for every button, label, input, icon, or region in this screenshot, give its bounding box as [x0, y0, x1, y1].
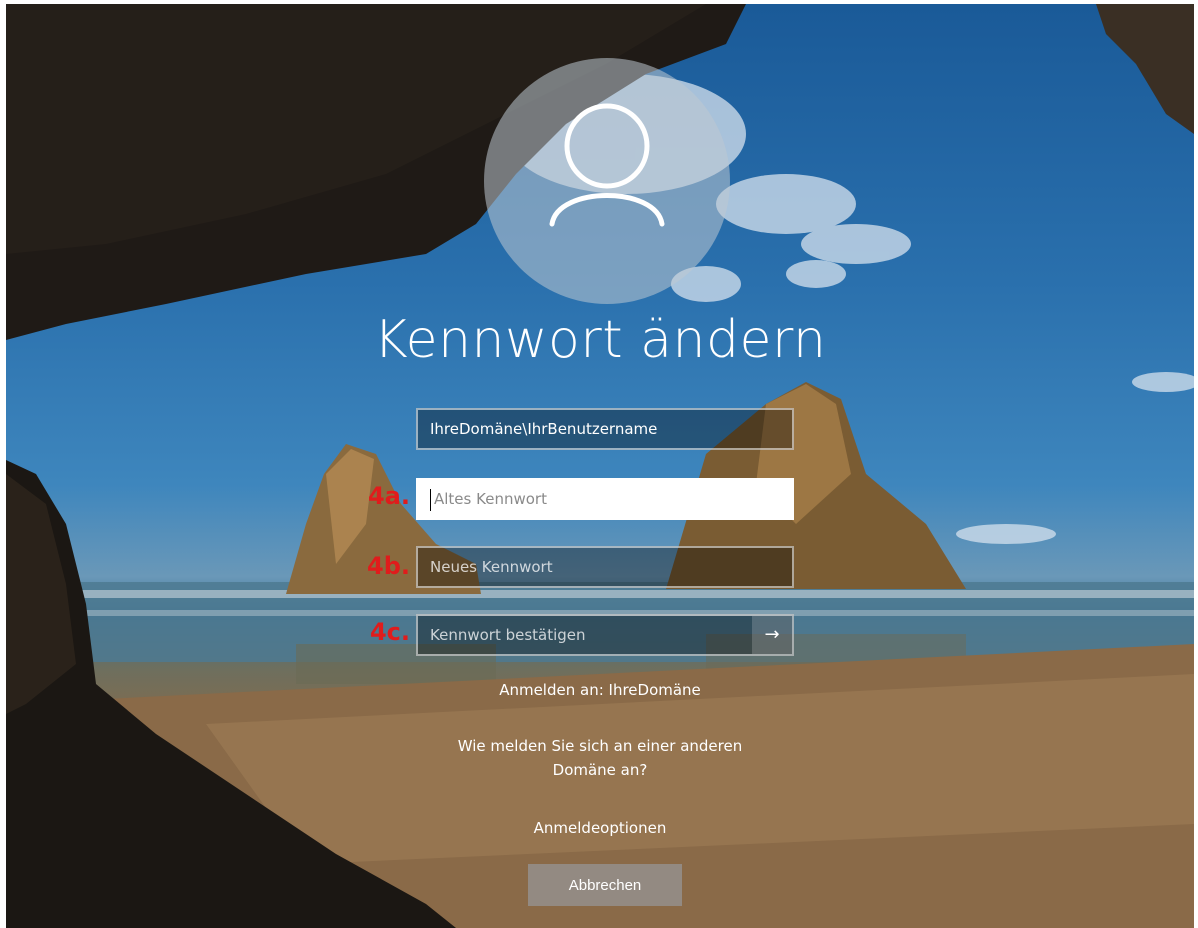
user-icon [549, 103, 665, 227]
submit-button[interactable]: → [752, 616, 792, 654]
new-password-placeholder: Neues Kennwort [430, 558, 553, 576]
other-domain-help-link[interactable]: Wie melden Sie sich an einer anderen Dom… [6, 734, 1194, 782]
old-password-placeholder: Altes Kennwort [434, 490, 547, 508]
old-password-input[interactable]: Altes Kennwort [416, 478, 794, 520]
step-label-4a: 4a. [367, 482, 410, 510]
lock-screen-background: Kennwort ändern IhreDomäne\IhrBenutzerna… [6, 4, 1194, 928]
user-avatar [484, 58, 730, 304]
page-title: Kennwort ändern [373, 310, 827, 370]
sign-in-to-domain: Anmelden an: IhreDomäne [499, 681, 701, 699]
other-domain-line-2: Domäne an? [552, 761, 648, 779]
username-field[interactable]: IhreDomäne\IhrBenutzername [416, 408, 794, 450]
arrow-right-icon: → [764, 624, 780, 645]
step-label-4b: 4b. [367, 552, 410, 580]
confirm-password-input[interactable]: Kennwort bestätigen → [416, 614, 794, 656]
text-caret [430, 489, 431, 511]
confirm-password-placeholder: Kennwort bestätigen [430, 626, 586, 644]
cancel-button[interactable]: Abbrechen [528, 864, 682, 906]
sign-in-options-link[interactable]: Anmeldeoptionen [6, 816, 1194, 840]
step-label-4c: 4c. [369, 618, 410, 646]
new-password-input[interactable]: Neues Kennwort [416, 546, 794, 588]
username-value: IhreDomäne\IhrBenutzername [430, 420, 658, 438]
other-domain-line-1: Wie melden Sie sich an einer anderen [457, 737, 743, 755]
